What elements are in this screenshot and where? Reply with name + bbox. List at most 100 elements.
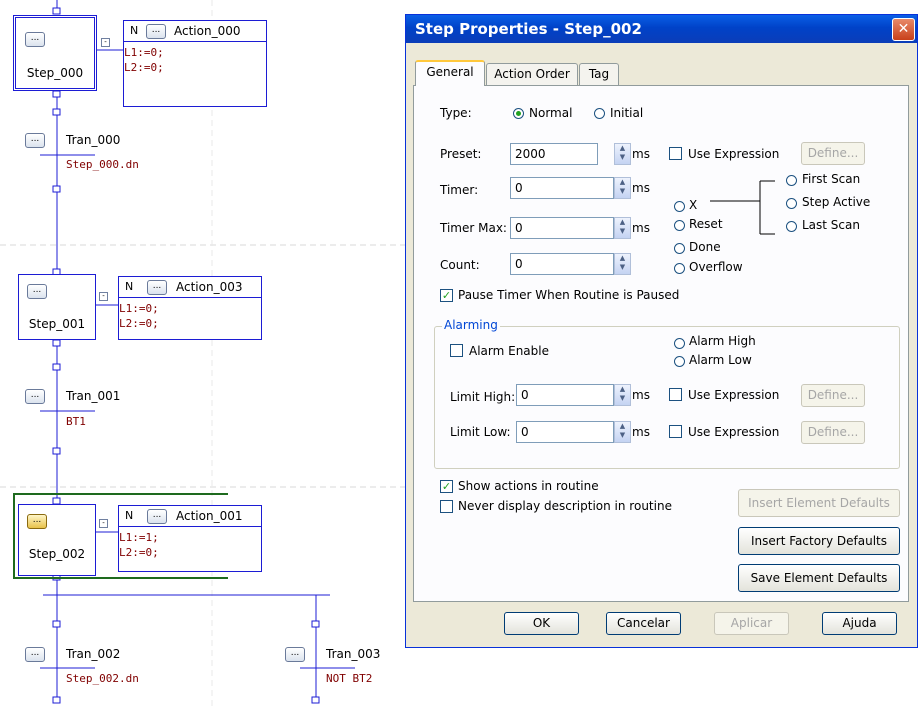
alarm-high-radio[interactable] xyxy=(674,338,685,349)
action-name: Action_003 xyxy=(176,280,243,294)
limit-low-spinner[interactable]: ▲ ▼ xyxy=(614,421,631,443)
action-code-line[interactable]: L1:=0; xyxy=(119,302,159,315)
x-last-scan-radio[interactable] xyxy=(786,221,797,232)
action-code-line[interactable]: L1:=0; xyxy=(124,46,164,59)
limit-low-use-expression-checkbox[interactable] xyxy=(669,425,682,438)
never-display-description-checkbox[interactable] xyxy=(440,500,453,513)
action-box[interactable]: N ... Action_003 L1:=0; L2:=0; xyxy=(118,276,262,340)
step-name: Step_000 xyxy=(26,66,84,80)
preset-input[interactable]: 2000 xyxy=(510,143,598,165)
status-x-label[interactable]: X xyxy=(689,198,697,212)
preset-define-button[interactable]: Define... xyxy=(801,142,865,165)
limit-high-label: Limit High: xyxy=(450,390,516,404)
limit-low-define-button[interactable]: Define... xyxy=(801,421,865,444)
status-x-radio[interactable] xyxy=(674,201,685,212)
action-header: N ... Action_001 xyxy=(119,506,261,527)
show-actions-checkbox[interactable]: ✓ xyxy=(440,480,453,493)
limit-high-input[interactable]: 0 xyxy=(516,384,614,406)
action-code-line[interactable]: L2:=0; xyxy=(119,317,159,330)
limit-low-use-expression-label[interactable]: Use Expression xyxy=(688,425,779,439)
general-tab-panel: Type: Normal Initial Preset: 2000 ▲ ▼ ms … xyxy=(413,85,909,602)
step-name: Step_001 xyxy=(28,317,86,331)
transition-expression[interactable]: NOT BT2 xyxy=(326,672,372,685)
status-overflow-radio[interactable] xyxy=(674,263,685,274)
alarm-high-label[interactable]: Alarm High xyxy=(689,334,756,348)
limit-high-use-expression-label[interactable]: Use Expression xyxy=(688,388,779,402)
status-reset-radio[interactable] xyxy=(674,220,685,231)
alarm-enable-label[interactable]: Alarm Enable xyxy=(469,344,549,358)
preset-spinner[interactable]: ▲ ▼ xyxy=(614,143,631,165)
step-ellipsis-button[interactable]: ... xyxy=(27,514,47,529)
type-normal-label[interactable]: Normal xyxy=(529,106,572,120)
limit-high-use-expression-checkbox[interactable] xyxy=(669,388,682,401)
action-header: N ... Action_000 xyxy=(124,21,266,42)
action-code-line[interactable]: L2:=0; xyxy=(124,61,164,74)
timer-max-input[interactable]: 0 xyxy=(510,217,614,239)
x-first-scan-radio[interactable] xyxy=(786,175,797,186)
apply-button[interactable]: Aplicar xyxy=(714,612,789,635)
timer-input[interactable]: 0 xyxy=(510,177,614,199)
x-first-scan-label[interactable]: First Scan xyxy=(802,172,860,186)
step-002[interactable]: ... Step_002 xyxy=(18,504,96,576)
limit-low-input[interactable]: 0 xyxy=(516,421,614,443)
tab-action-order[interactable]: Action Order xyxy=(486,63,578,85)
pause-timer-checkbox[interactable]: ✓ xyxy=(440,289,453,302)
count-spinner[interactable]: ▲ ▼ xyxy=(614,253,631,275)
action-code-line[interactable]: L1:=1; xyxy=(119,531,159,544)
show-actions-label[interactable]: Show actions in routine xyxy=(458,479,599,493)
transition-ellipsis-button[interactable]: ... xyxy=(285,647,305,662)
collapse-action-button[interactable]: - xyxy=(99,519,108,528)
transition-expression[interactable]: Step_000.dn xyxy=(66,158,139,171)
transition-ellipsis-button[interactable]: ... xyxy=(25,389,45,404)
never-display-description-label[interactable]: Never display description in routine xyxy=(458,499,672,513)
transition-ellipsis-button[interactable]: ... xyxy=(25,133,45,148)
step-001[interactable]: ... Step_001 xyxy=(18,274,96,340)
preset-use-expression-checkbox[interactable] xyxy=(669,147,682,160)
timer-max-spinner[interactable]: ▲ ▼ xyxy=(614,217,631,239)
action-code-line[interactable]: L2:=0; xyxy=(119,546,159,559)
title-bar[interactable]: Step Properties - Step_002 ✕ xyxy=(406,15,917,43)
x-step-active-radio[interactable] xyxy=(786,198,797,209)
action-ellipsis-button[interactable]: ... xyxy=(147,509,167,524)
type-normal-radio[interactable] xyxy=(513,108,524,119)
alarm-low-label[interactable]: Alarm Low xyxy=(689,353,752,367)
cancel-button[interactable]: Cancelar xyxy=(606,612,681,635)
limit-high-spinner[interactable]: ▲ ▼ xyxy=(614,384,631,406)
tab-general[interactable]: General xyxy=(415,60,485,86)
alarm-low-radio[interactable] xyxy=(674,356,685,367)
insert-factory-defaults-button[interactable]: Insert Factory Defaults xyxy=(738,527,900,555)
type-initial-label[interactable]: Initial xyxy=(610,106,643,120)
timer-spinner[interactable]: ▲ ▼ xyxy=(614,177,631,199)
status-done-radio[interactable] xyxy=(674,243,685,254)
tab-tag[interactable]: Tag xyxy=(579,63,619,85)
ok-button[interactable]: OK xyxy=(504,612,579,635)
collapse-action-button[interactable]: - xyxy=(101,38,110,47)
pause-timer-label[interactable]: Pause Timer When Routine is Paused xyxy=(458,288,679,302)
preset-use-expression-label[interactable]: Use Expression xyxy=(688,147,779,161)
collapse-action-button[interactable]: - xyxy=(99,292,108,301)
transition-expression[interactable]: BT1 xyxy=(66,415,86,428)
save-element-defaults-button[interactable]: Save Element Defaults xyxy=(738,564,900,592)
limit-high-define-button[interactable]: Define... xyxy=(801,384,865,407)
close-button[interactable]: ✕ xyxy=(892,18,915,41)
count-input[interactable]: 0 xyxy=(510,253,614,275)
transition-ellipsis-button[interactable]: ... xyxy=(25,647,45,662)
x-last-scan-label[interactable]: Last Scan xyxy=(802,218,860,232)
alarm-enable-checkbox[interactable] xyxy=(450,344,463,357)
action-ellipsis-button[interactable]: ... xyxy=(147,280,167,295)
action-box[interactable]: N ... Action_000 L1:=0; L2:=0; xyxy=(123,20,267,107)
type-initial-radio[interactable] xyxy=(594,108,605,119)
status-overflow-label[interactable]: Overflow xyxy=(689,260,743,274)
insert-element-defaults-button[interactable]: Insert Element Defaults xyxy=(738,489,900,517)
help-button[interactable]: Ajuda xyxy=(822,612,897,635)
x-bracket-lines xyxy=(710,180,775,235)
step-000[interactable]: ... Step_000 xyxy=(13,15,97,91)
step-ellipsis-button[interactable]: ... xyxy=(27,284,47,299)
step-ellipsis-button[interactable]: ... xyxy=(25,32,45,47)
timer-label: Timer: xyxy=(440,183,479,197)
x-step-active-label[interactable]: Step Active xyxy=(802,195,870,209)
action-ellipsis-button[interactable]: ... xyxy=(146,24,166,39)
timer-max-ms-unit: ms xyxy=(632,221,650,235)
transition-expression[interactable]: Step_002.dn xyxy=(66,672,139,685)
action-box[interactable]: N ... Action_001 L1:=1; L2:=0; xyxy=(118,505,262,572)
